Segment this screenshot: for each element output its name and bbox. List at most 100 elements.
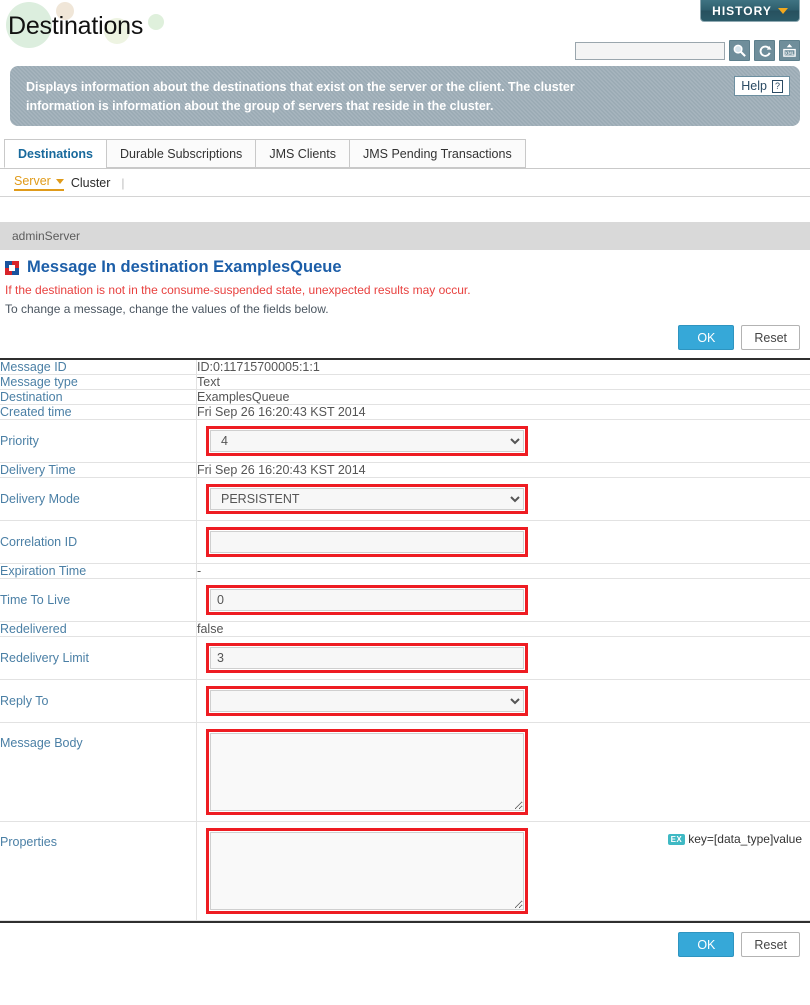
properties-format-hint: EX key=[data_type]value xyxy=(667,832,802,846)
tab-destinations[interactable]: Destinations xyxy=(4,139,108,168)
section-title: Message In destination ExamplesQueue xyxy=(27,258,342,276)
message-detail-section: Message In destination ExamplesQueue If … xyxy=(0,258,810,957)
field-value: Text xyxy=(197,375,220,389)
field-label: Properties xyxy=(0,821,197,921)
server-name-bar: adminServer xyxy=(0,222,810,250)
field-label: Expiration Time xyxy=(0,563,197,579)
header-toolbar: XML xyxy=(575,40,800,61)
tab-label: Destinations xyxy=(18,146,94,161)
message-fields-table: Message ID ID:0:11715700005:1:1 Message … xyxy=(0,358,810,921)
field-label: Delivery Mode xyxy=(0,477,197,521)
highlight-box: 4 xyxy=(206,426,528,456)
table-row: Created time Fri Sep 26 16:20:43 KST 201… xyxy=(0,404,810,420)
field-label: Delivery Time xyxy=(0,462,197,478)
field-label: Time To Live xyxy=(0,578,197,622)
tab-jms-pending-transactions[interactable]: JMS Pending Transactions xyxy=(349,139,526,168)
field-label: Redelivery Limit xyxy=(0,636,197,680)
field-value: false xyxy=(197,622,224,636)
help-button-label: Help xyxy=(741,79,767,93)
field-label: Destination xyxy=(0,389,197,405)
tab-bar: Destinations Durable Subscriptions JMS C… xyxy=(0,138,810,169)
field-value: - xyxy=(197,564,202,578)
field-label: Message type xyxy=(0,374,197,390)
field-label: Message Body xyxy=(0,722,197,822)
server-name: adminServer xyxy=(12,229,81,243)
tab-label: JMS Pending Transactions xyxy=(363,146,512,161)
priority-select[interactable]: 4 xyxy=(210,430,524,452)
field-label: Message ID xyxy=(0,359,197,375)
search-input[interactable] xyxy=(575,41,725,60)
time-to-live-input[interactable] xyxy=(210,589,524,611)
top-action-buttons: OK Reset xyxy=(0,316,810,358)
table-row: Correlation ID xyxy=(0,520,810,564)
table-row: Destination ExamplesQueue xyxy=(0,389,810,405)
table-row: Priority 4 xyxy=(0,419,810,463)
field-value: Fri Sep 26 16:20:43 KST 2014 xyxy=(197,405,366,419)
field-label: Created time xyxy=(0,404,197,420)
refresh-icon[interactable] xyxy=(754,40,775,61)
highlight-box xyxy=(206,828,528,914)
redelivery-limit-input[interactable] xyxy=(210,647,524,669)
page-header: Destinations HISTORY XML xyxy=(0,0,810,61)
decorative-circle xyxy=(148,14,164,30)
history-button[interactable]: HISTORY xyxy=(700,0,800,22)
sub-nav-label: Server xyxy=(14,174,51,188)
sidebar-item-cluster[interactable]: Cluster xyxy=(71,176,111,190)
delivery-mode-select[interactable]: PERSISTENT xyxy=(210,488,524,510)
table-row: Delivery Time Fri Sep 26 16:20:43 KST 20… xyxy=(0,462,810,478)
table-row: Reply To xyxy=(0,679,810,723)
xml-export-icon[interactable]: XML xyxy=(779,40,800,61)
table-row: Properties EX key=[data_type]value xyxy=(0,821,810,921)
bottom-action-buttons: OK Reset xyxy=(0,923,810,957)
table-row: Message Body xyxy=(0,722,810,822)
field-value: Fri Sep 26 16:20:43 KST 2014 xyxy=(197,463,366,477)
highlight-box xyxy=(206,729,528,815)
field-label: Correlation ID xyxy=(0,520,197,564)
example-badge-icon: EX xyxy=(667,833,686,845)
ok-button-top[interactable]: OK xyxy=(678,325,735,350)
highlight-box xyxy=(206,585,528,615)
properties-textarea[interactable] xyxy=(210,832,524,910)
warning-text: If the destination is not in the consume… xyxy=(5,283,471,297)
chevron-down-icon xyxy=(55,178,64,184)
highlight-box xyxy=(206,527,528,557)
correlation-id-input[interactable] xyxy=(210,531,524,553)
question-mark-icon: ? xyxy=(771,79,783,93)
field-value: ID:0:11715700005:1:1 xyxy=(197,360,320,374)
tab-jms-clients[interactable]: JMS Clients xyxy=(255,139,350,168)
chevron-down-icon xyxy=(777,7,788,14)
field-label: Redelivered xyxy=(0,621,197,637)
info-banner-text: Displays information about the destinati… xyxy=(26,80,575,113)
info-banner: Displays information about the destinati… xyxy=(10,66,800,126)
svg-text:XML: XML xyxy=(785,51,795,57)
tab-durable-subscriptions[interactable]: Durable Subscriptions xyxy=(106,139,257,168)
message-square-icon xyxy=(5,260,19,275)
table-row: Message type Text xyxy=(0,374,810,390)
history-button-label: HISTORY xyxy=(712,3,772,18)
search-icon[interactable] xyxy=(729,40,750,61)
sub-nav: Server Cluster | xyxy=(0,169,810,197)
ok-button-bottom[interactable]: OK xyxy=(678,932,735,957)
table-row: Message ID ID:0:11715700005:1:1 xyxy=(0,359,810,375)
instruction-text: To change a message, change the values o… xyxy=(5,302,329,316)
table-row: Delivery Mode PERSISTENT xyxy=(0,477,810,521)
tab-label: JMS Clients xyxy=(269,146,336,161)
message-body-textarea[interactable] xyxy=(210,733,524,811)
sidebar-item-server[interactable]: Server xyxy=(14,174,64,191)
reply-to-select[interactable] xyxy=(210,690,524,712)
table-row: Time To Live xyxy=(0,578,810,622)
message-title-row: Message In destination ExamplesQueue xyxy=(0,258,810,277)
highlight-box: PERSISTENT xyxy=(206,484,528,514)
reset-button-top[interactable]: Reset xyxy=(741,325,800,350)
properties-hint-text: key=[data_type]value xyxy=(688,832,802,846)
field-label: Reply To xyxy=(0,679,197,723)
tab-label: Durable Subscriptions xyxy=(120,146,243,161)
highlight-box xyxy=(206,686,528,716)
reset-button-bottom[interactable]: Reset xyxy=(741,932,800,957)
sub-nav-divider: | xyxy=(121,175,125,190)
field-value: ExamplesQueue xyxy=(197,390,290,404)
help-button[interactable]: Help ? xyxy=(734,76,790,96)
table-row: Expiration Time - xyxy=(0,563,810,579)
sub-nav-label: Cluster xyxy=(70,175,111,190)
highlight-box xyxy=(206,643,528,673)
